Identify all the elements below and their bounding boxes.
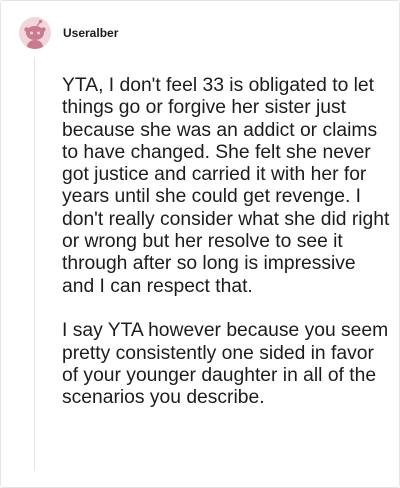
username[interactable]: Useralber [63,26,118,40]
avatar[interactable] [19,17,51,49]
comment-card: Useralber YTA, I don't feel 33 is obliga… [0,0,400,488]
thread-line[interactable] [34,57,35,471]
reddit-snoo-avatar-icon [24,19,46,49]
comment-paragraph: I say YTA however because you seem prett… [62,320,389,409]
comment-header: Useralber [19,17,118,49]
comment-body: YTA, I don't feel 33 is obligated to let… [62,75,392,409]
comment-paragraph: YTA, I don't feel 33 is obligated to let… [62,75,390,297]
